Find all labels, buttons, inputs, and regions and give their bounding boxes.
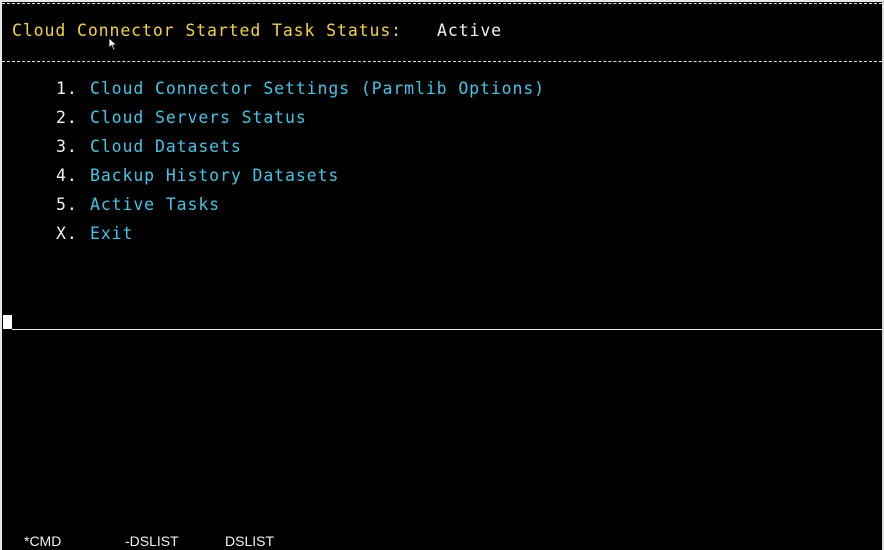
status-bar: *CMD -DSLIST DSLIST [0, 532, 884, 550]
menu-item-settings[interactable]: 1. Cloud Connector Settings (Parmlib Opti… [56, 79, 545, 108]
menu-item-label: Backup History Datasets [90, 166, 340, 185]
menu-item-number: 4. [56, 166, 78, 185]
window-top-border [0, 0, 884, 2]
menu-item-label: Cloud Servers Status [90, 108, 307, 127]
task-status-value: Active [437, 21, 503, 40]
menu-item-exit[interactable]: X. Exit [56, 224, 545, 253]
header-bottom-separator [2, 61, 882, 62]
menu-item-number: 1. [56, 79, 78, 98]
header-top-separator [2, 3, 882, 4]
status-item-minus-dslist[interactable]: -DSLIST [125, 533, 179, 549]
menu-item-backup-history[interactable]: 4. Backup History Datasets [56, 166, 545, 195]
block-cursor-icon[interactable] [3, 315, 12, 329]
menu-item-label: Cloud Datasets [90, 137, 242, 156]
arrow-cursor-icon [108, 37, 118, 51]
window-left-border [0, 0, 2, 550]
menu-item-number: 5. [56, 195, 78, 214]
command-line-divider [12, 329, 882, 330]
status-item-cmd[interactable]: *CMD [24, 533, 61, 549]
menu-item-active-tasks[interactable]: 5. Active Tasks [56, 195, 545, 224]
menu-item-servers-status[interactable]: 2. Cloud Servers Status [56, 108, 545, 137]
menu-item-number: 2. [56, 108, 78, 127]
menu-item-number: 3. [56, 137, 78, 156]
main-menu: 1. Cloud Connector Settings (Parmlib Opti… [56, 79, 545, 253]
menu-item-label: Active Tasks [90, 195, 221, 214]
menu-item-label: Cloud Connector Settings (Parmlib Option… [90, 79, 546, 98]
status-item-dslist[interactable]: DSLIST [225, 533, 274, 549]
menu-item-label: Exit [90, 224, 134, 243]
menu-item-number: X. [56, 224, 78, 243]
header-title: Cloud Connector Started Task Status: [12, 21, 403, 40]
menu-item-cloud-datasets[interactable]: 3. Cloud Datasets [56, 137, 545, 166]
terminal-window: Cloud Connector Started Task Status: Act… [0, 0, 884, 550]
